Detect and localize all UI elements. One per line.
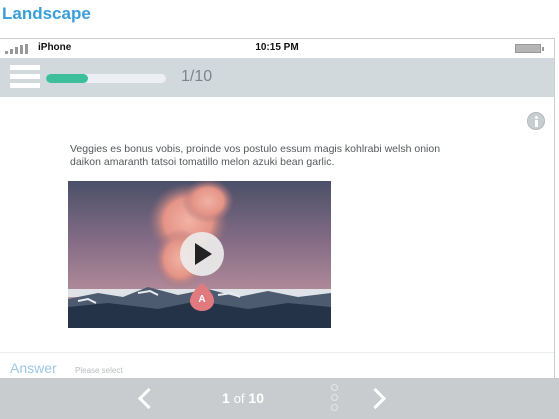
total-pages: 10: [248, 390, 264, 406]
answer-hint: Please select: [75, 366, 123, 375]
answer-bar: Answer Please select: [0, 352, 554, 379]
battery-icon: [515, 44, 544, 53]
hamburger-menu-icon[interactable]: [10, 65, 40, 89]
answer-label[interactable]: Answer: [10, 360, 57, 376]
page-dots-icon[interactable]: [328, 384, 340, 414]
play-icon[interactable]: [180, 232, 224, 276]
of-label: of: [233, 391, 245, 406]
chevron-left-icon[interactable]: [133, 386, 157, 410]
hotspot-label: A: [198, 294, 206, 305]
progress-count: 1/10: [181, 68, 213, 85]
page: Landscape iPhone 10:15 PM 1/10 Veggies e…: [0, 0, 559, 419]
question-text: Veggies es bonus vobis, proinde vos post…: [70, 143, 441, 168]
section-title: Landscape: [2, 4, 91, 23]
question-content: Veggies es bonus vobis, proinde vos post…: [0, 97, 554, 353]
progress-bar-fill: [46, 74, 88, 83]
status-bar: iPhone 10:15 PM: [0, 39, 554, 58]
device-frame: iPhone 10:15 PM 1/10 Veggies es bonus vo…: [0, 38, 555, 419]
status-time: 10:15 PM: [255, 42, 299, 53]
chevron-right-icon[interactable]: [366, 386, 390, 410]
footer-nav: 1 of 10: [0, 378, 559, 419]
progress-header: 1/10: [0, 58, 554, 97]
progress-bar: [46, 74, 166, 83]
info-icon[interactable]: [527, 112, 545, 130]
hotspot-marker[interactable]: A: [190, 283, 214, 311]
page-indicator: 1 of 10: [222, 390, 264, 406]
current-page: 1: [222, 390, 230, 406]
